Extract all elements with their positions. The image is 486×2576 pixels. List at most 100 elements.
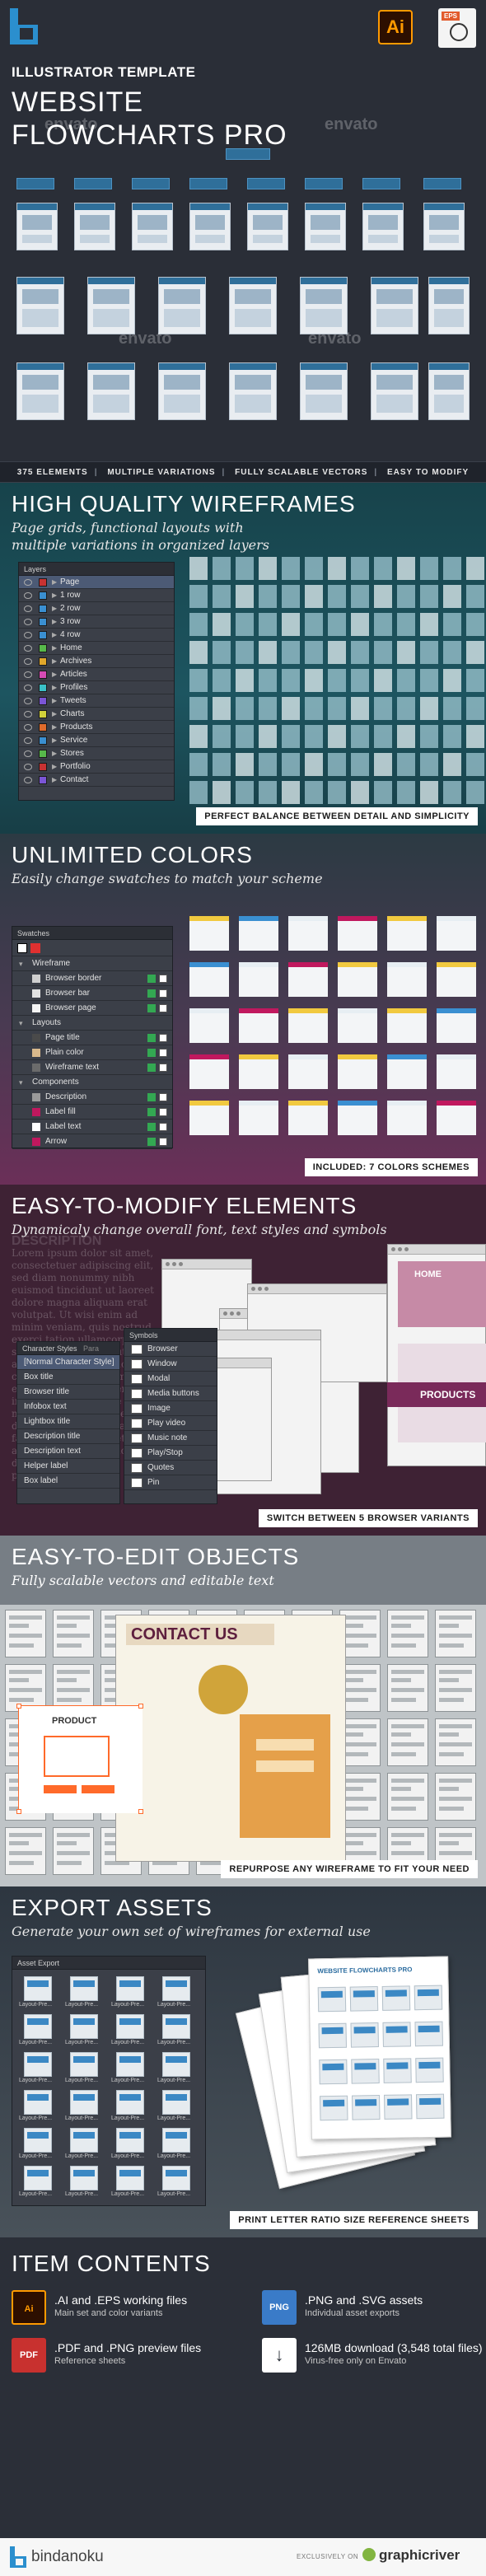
expand-arrow-icon[interactable]: ▶: [52, 668, 57, 681]
swatch-group[interactable]: ▾ Wireframe: [12, 956, 172, 971]
contact-wireframe[interactable]: CONTACT US: [115, 1615, 346, 1862]
asset-thumbnail[interactable]: Layout-Pre...: [157, 1976, 197, 2009]
asset-thumbnail[interactable]: Layout-Pre...: [19, 2166, 58, 2199]
asset-thumbnail[interactable]: Layout-Pre...: [111, 2166, 151, 2199]
marketplace-name[interactable]: graphicriver: [379, 2547, 460, 2564]
asset-export-panel[interactable]: Asset Export Layout-Pre... Layout-Pre... L…: [12, 1956, 206, 2206]
asset-thumbnail[interactable]: Layout-Pre...: [65, 1976, 105, 2009]
asset-thumbnail[interactable]: Layout-Pre...: [65, 2166, 105, 2199]
expand-arrow-icon[interactable]: ▶: [52, 615, 57, 629]
character-style-item[interactable]: Description title: [17, 1429, 119, 1444]
character-style-item[interactable]: Helper label: [17, 1459, 119, 1474]
asset-thumbnail[interactable]: Layout-Pre...: [19, 2090, 58, 2123]
character-styles-panel[interactable]: Character Styles Para [Normal Character …: [16, 1341, 120, 1504]
asset-thumbnail[interactable]: Layout-Pre...: [19, 1976, 58, 2009]
visibility-eye-icon[interactable]: [24, 764, 32, 770]
layer-row[interactable]: ▶ Service: [19, 734, 174, 747]
expand-arrow-icon[interactable]: ▶: [52, 734, 57, 747]
expand-arrow-icon[interactable]: ▶: [52, 747, 57, 760]
symbol-item[interactable]: Modal: [124, 1372, 217, 1386]
character-style-item[interactable]: Box label: [17, 1474, 119, 1489]
expand-arrow-icon[interactable]: ▶: [52, 655, 57, 668]
selection-bounding-box[interactable]: PRODUCT: [16, 1704, 143, 1814]
asset-thumbnail[interactable]: Layout-Pre...: [65, 2090, 105, 2123]
swatch-row[interactable]: Browser border: [12, 971, 172, 986]
symbol-item[interactable]: Browser: [124, 1342, 217, 1357]
symbol-item[interactable]: Window: [124, 1357, 217, 1372]
layer-row[interactable]: ▶ Charts: [19, 708, 174, 721]
form-field[interactable]: [256, 1760, 314, 1772]
expand-arrow-icon[interactable]: ▶: [52, 760, 57, 774]
character-styles-tab[interactable]: Character Styles Para: [17, 1342, 119, 1355]
visibility-eye-icon[interactable]: [24, 698, 32, 704]
asset-thumbnail[interactable]: Layout-Pre...: [157, 2128, 197, 2161]
asset-thumbnail[interactable]: Layout-Pre...: [65, 2128, 105, 2161]
resize-handle[interactable]: [138, 1809, 143, 1814]
swatch-row[interactable]: Label text: [12, 1120, 172, 1134]
asset-thumbnail[interactable]: Layout-Pre...: [111, 2128, 151, 2161]
visibility-eye-icon[interactable]: [24, 592, 32, 599]
layer-row[interactable]: ▶ 2 row: [19, 602, 174, 615]
character-style-item[interactable]: Infobox text: [17, 1400, 119, 1414]
character-style-item[interactable]: [Normal Character Style]: [17, 1355, 119, 1370]
expand-arrow-icon[interactable]: ▶: [52, 708, 57, 721]
symbol-item[interactable]: Play/Stop: [124, 1446, 217, 1461]
layer-row[interactable]: ▶ 4 row: [19, 629, 174, 642]
expand-arrow-icon[interactable]: ▶: [52, 642, 57, 655]
form-field[interactable]: [256, 1739, 314, 1751]
symbols-panel[interactable]: Symbols Browser Window Modal Media buttons I…: [124, 1328, 217, 1504]
expand-arrow-icon[interactable]: ▶: [52, 629, 57, 642]
asset-thumbnail[interactable]: Layout-Pre...: [19, 2014, 58, 2047]
symbol-item[interactable]: Pin: [124, 1475, 217, 1490]
asset-thumbnail[interactable]: Layout-Pre...: [65, 2014, 105, 2047]
symbol-item[interactable]: Play video: [124, 1416, 217, 1431]
resize-handle[interactable]: [16, 1809, 21, 1814]
layer-row[interactable]: ▶ Contact: [19, 774, 174, 787]
asset-thumbnail[interactable]: Layout-Pre...: [19, 2052, 58, 2085]
swatch-row[interactable]: Arrow: [12, 1134, 172, 1149]
swatch-row[interactable]: Description: [12, 1090, 172, 1105]
visibility-eye-icon[interactable]: [24, 671, 32, 678]
brand-name[interactable]: bindanoku: [31, 2548, 104, 2566]
visibility-eye-icon[interactable]: [24, 724, 32, 731]
expand-arrow-icon[interactable]: ▶: [52, 681, 57, 694]
swatch-row[interactable]: Wireframe text: [12, 1060, 172, 1075]
character-style-item[interactable]: Lightbox title: [17, 1414, 119, 1429]
expand-arrow-icon[interactable]: ▶: [52, 589, 57, 602]
swatch-row[interactable]: Plain color: [12, 1045, 172, 1060]
asset-thumbnail[interactable]: Layout-Pre...: [157, 2166, 197, 2199]
expand-arrow-icon[interactable]: ▶: [52, 721, 57, 734]
layer-row[interactable]: ▶ Profiles: [19, 681, 174, 694]
layer-row[interactable]: ▶ Products: [19, 721, 174, 734]
symbol-item[interactable]: Image: [124, 1401, 217, 1416]
layer-row[interactable]: ▶ Articles: [19, 668, 174, 681]
visibility-eye-icon[interactable]: [24, 777, 32, 783]
layer-row[interactable]: ▶ Tweets: [19, 694, 174, 708]
asset-thumbnail[interactable]: Layout-Pre...: [111, 2014, 151, 2047]
swatch-row[interactable]: Label fill: [12, 1105, 172, 1120]
layer-row[interactable]: ▶ Page: [19, 576, 174, 589]
swatch-group[interactable]: ▾ Layouts: [12, 1016, 172, 1031]
visibility-eye-icon[interactable]: [24, 579, 32, 586]
layer-row[interactable]: ▶ 3 row: [19, 615, 174, 629]
swatch-group[interactable]: ▾ Components: [12, 1075, 172, 1090]
symbol-item[interactable]: Music note: [124, 1431, 217, 1446]
visibility-eye-icon[interactable]: [24, 737, 32, 744]
asset-thumbnail[interactable]: Layout-Pre...: [157, 2090, 197, 2123]
visibility-eye-icon[interactable]: [24, 711, 32, 718]
visibility-eye-icon[interactable]: [24, 605, 32, 612]
asset-thumbnail[interactable]: Layout-Pre...: [111, 2090, 151, 2123]
layer-row[interactable]: ▶ Stores: [19, 747, 174, 760]
asset-thumbnail[interactable]: Layout-Pre...: [157, 2052, 197, 2085]
symbol-item[interactable]: Quotes: [124, 1461, 217, 1475]
expand-arrow-icon[interactable]: ▶: [52, 694, 57, 708]
swatch-row[interactable]: Browser bar: [12, 986, 172, 1001]
layer-row[interactable]: ▶ Home: [19, 642, 174, 655]
asset-thumbnail[interactable]: Layout-Pre...: [111, 1976, 151, 2009]
swatches-panel[interactable]: Swatches ▾ Wireframe Browser border Browser…: [12, 926, 173, 1149]
swatch-row[interactable]: Page title: [12, 1031, 172, 1045]
visibility-eye-icon[interactable]: [24, 619, 32, 625]
character-style-item[interactable]: Box title: [17, 1370, 119, 1385]
expand-arrow-icon[interactable]: ▶: [52, 774, 57, 787]
symbol-item[interactable]: Media buttons: [124, 1386, 217, 1401]
